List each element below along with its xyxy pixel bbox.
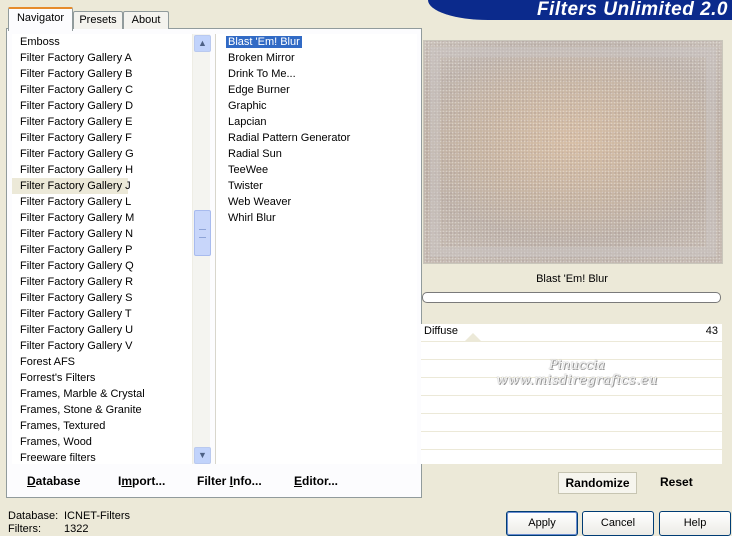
filter-item-label: TeeWee — [228, 164, 269, 176]
import-button[interactable]: Import... — [118, 474, 165, 488]
category-item[interactable]: Filter Factory Gallery N — [12, 226, 192, 242]
database-value: ICNET-Filters — [64, 510, 130, 522]
slider-diffuse[interactable]: Diffuse 43 — [421, 324, 722, 342]
category-item[interactable]: Filter Factory Gallery H — [12, 162, 192, 178]
category-item[interactable]: Filter Factory Gallery E — [12, 114, 192, 130]
category-list[interactable]: Emboss Filter Factory Gallery A Filter Fac… — [12, 34, 192, 464]
filter-item-label: Web Weaver — [228, 196, 292, 208]
slider-label: Diffuse — [424, 325, 459, 337]
filter-item-label: Blast 'Em! Blur — [226, 36, 302, 48]
cancel-button[interactable]: Cancel — [582, 511, 654, 536]
filter-item[interactable]: Radial Pattern Generator — [216, 130, 417, 146]
filter-item-label: Graphic — [228, 100, 267, 112]
preview-frame — [430, 47, 716, 257]
filter-info-button[interactable]: Filter Info... — [197, 474, 262, 488]
slider-panel: Diffuse 43 Pinuccia www.misdiregrafics.e… — [421, 324, 722, 464]
filter-item[interactable]: Twister — [216, 178, 417, 194]
category-item[interactable]: Filter Factory Gallery L — [12, 194, 192, 210]
filter-item-label: Edge Burner — [228, 84, 290, 96]
filters-count: 1322 — [64, 523, 89, 535]
tab-navigator[interactable]: Navigator — [8, 7, 73, 31]
watermark: Pinuccia www.misdiregrafics.eu — [496, 358, 658, 388]
slider-thumb-icon[interactable] — [465, 333, 481, 341]
category-item[interactable]: Filter Factory Gallery F — [12, 130, 192, 146]
category-item[interactable]: Filter Factory Gallery P — [12, 242, 192, 258]
category-item[interactable]: Filter Factory Gallery T — [12, 306, 192, 322]
scroll-thumb[interactable] — [194, 210, 211, 256]
category-item[interactable]: Filter Factory Gallery M — [12, 210, 192, 226]
category-item[interactable]: Frames, Stone & Granite — [12, 402, 192, 418]
category-item[interactable]: Filter Factory Gallery U — [12, 322, 192, 338]
filters-label: Filters: — [8, 523, 41, 535]
filter-item[interactable]: Web Weaver — [216, 194, 417, 210]
category-item[interactable]: Emboss — [12, 34, 192, 50]
filter-item-label: Broken Mirror — [228, 52, 295, 64]
apply-button[interactable]: Apply — [506, 511, 578, 536]
database-button[interactable]: Database — [27, 474, 80, 488]
app-title: Filters Unlimited 2.0 — [536, 0, 728, 20]
preview-image — [423, 40, 723, 264]
filter-item[interactable]: Edge Burner — [216, 82, 417, 98]
filter-item-label: Drink To Me... — [228, 68, 296, 80]
filter-item-label: Radial Sun — [228, 148, 282, 160]
category-item[interactable]: Filter Factory Gallery D — [12, 98, 192, 114]
category-item[interactable]: Filter Factory Gallery B — [12, 66, 192, 82]
progress-bar — [422, 292, 721, 303]
current-filter-name: Blast 'Em! Blur — [536, 273, 608, 285]
editor-button[interactable]: Editor... — [294, 474, 338, 488]
category-item[interactable]: Frames, Wood — [12, 434, 192, 450]
slider-empty — [421, 432, 722, 450]
filter-item[interactable]: Blast 'Em! Blur — [216, 34, 417, 50]
randomize-button[interactable]: Randomize — [558, 472, 637, 494]
category-item[interactable]: Filter Factory Gallery R — [12, 274, 192, 290]
category-item[interactable]: Filter Factory Gallery V — [12, 338, 192, 354]
category-item[interactable]: Forrest's Filters — [12, 370, 192, 386]
help-button[interactable]: Help — [659, 511, 731, 536]
filter-list[interactable]: Blast 'Em! Blur Broken Mirror Drink To Me.… — [215, 34, 417, 464]
category-item[interactable]: Frames, Textured — [12, 418, 192, 434]
category-item[interactable]: Filter Factory Gallery G — [12, 146, 192, 162]
database-label: Database: — [8, 510, 59, 522]
category-item[interactable]: Frames, Marble & Crystal — [12, 386, 192, 402]
slider-empty — [421, 450, 722, 467]
slider-empty — [421, 396, 722, 414]
category-item[interactable]: Filter Factory Gallery J — [12, 178, 131, 194]
category-item[interactable]: Filter Factory Gallery S — [12, 290, 192, 306]
filter-item[interactable]: Graphic — [216, 98, 417, 114]
category-item[interactable]: Freeware filters — [12, 450, 192, 464]
filter-item-label: Whirl Blur — [228, 212, 276, 224]
filter-item[interactable]: Whirl Blur — [216, 210, 417, 226]
status-area: Database: ICNET-Filters Filters: 1322 — [8, 510, 130, 536]
category-item[interactable]: Filter Factory Gallery C — [12, 82, 192, 98]
tab-presets[interactable]: Presets — [73, 11, 123, 29]
category-item[interactable]: Filter Factory Gallery Q — [12, 258, 192, 274]
filter-item[interactable]: Radial Sun — [216, 146, 417, 162]
filter-item[interactable]: TeeWee — [216, 162, 417, 178]
filter-item[interactable]: Lapcian — [216, 114, 417, 130]
slider-value: 43 — [705, 325, 718, 337]
category-scrollbar[interactable]: ▲ ▼ — [192, 34, 211, 464]
filter-item[interactable]: Broken Mirror — [216, 50, 417, 66]
filter-item-label: Twister — [228, 180, 263, 192]
chevron-down-icon: ▼ — [198, 450, 207, 460]
category-item[interactable]: Forest AFS — [12, 354, 192, 370]
slider-empty — [421, 414, 722, 432]
scroll-down-button[interactable]: ▼ — [194, 447, 211, 464]
reset-button[interactable]: Reset — [660, 475, 693, 489]
grip-icon — [199, 229, 206, 238]
filter-item[interactable]: Drink To Me... — [216, 66, 417, 82]
filter-item-label: Radial Pattern Generator — [228, 132, 351, 144]
filter-item-label: Lapcian — [228, 116, 267, 128]
scroll-up-button[interactable]: ▲ — [194, 35, 211, 52]
tab-about[interactable]: About — [123, 11, 169, 29]
category-item[interactable]: Filter Factory Gallery A — [12, 50, 192, 66]
chevron-up-icon: ▲ — [198, 38, 207, 48]
